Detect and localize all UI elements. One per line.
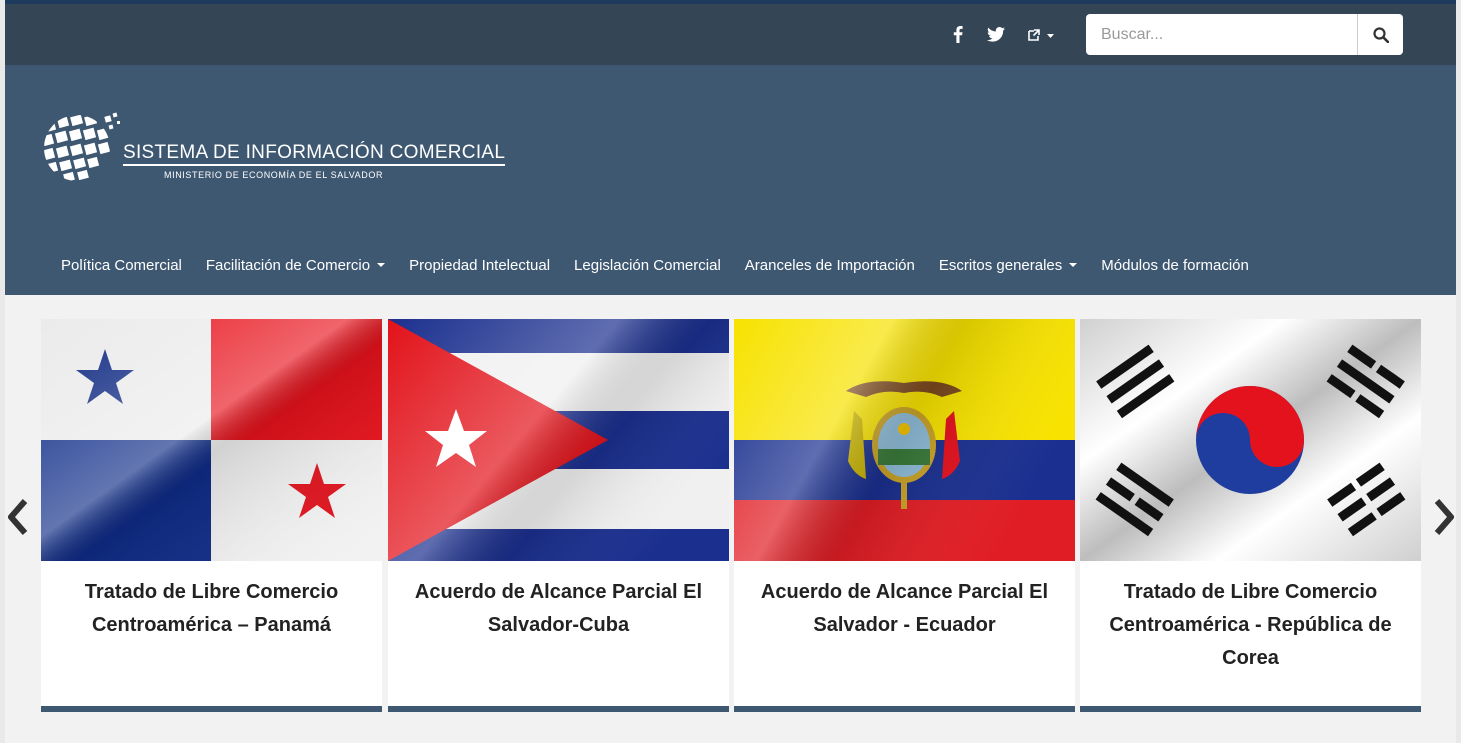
nav-item-label: Aranceles de Importación — [744, 256, 915, 274]
carousel-card[interactable]: Acuerdo de Alcance Parcial El Salvador-C… — [388, 319, 729, 712]
nav-item-label: Legislación Comercial — [574, 256, 721, 274]
site-header: SISTEMA DE INFORMACIÓN COMERCIAL MINISTE… — [5, 65, 1456, 295]
external-link-icon[interactable] — [1023, 4, 1059, 65]
nav-item-label: Propiedad Intelectual — [409, 256, 551, 274]
nav-item-label: Módulos de formación — [1101, 256, 1249, 274]
search-icon — [1372, 26, 1389, 43]
carousel-card[interactable]: Tratado de Libre Comercio Centroamérica … — [41, 319, 382, 712]
nav-item-label: Política Comercial — [61, 256, 182, 274]
caret-down-icon — [1069, 263, 1078, 267]
top-bar — [5, 4, 1456, 65]
ecuador-flag-image — [734, 319, 1075, 561]
carousel-next-button[interactable] — [1431, 497, 1457, 537]
caret-down-icon — [377, 263, 386, 267]
nav-item-label: Escritos generales — [938, 256, 1063, 274]
site-logo[interactable]: SISTEMA DE INFORMACIÓN COMERCIAL MINISTE… — [39, 110, 506, 185]
nav-item-modulos-de-formacion[interactable]: Módulos de formación — [1101, 257, 1249, 274]
search-input[interactable] — [1086, 14, 1357, 55]
nav-item-politica-comercial[interactable]: Política Comercial — [61, 257, 182, 274]
search-button[interactable] — [1357, 14, 1403, 55]
panama-flag-image — [41, 319, 382, 561]
cuba-flag-image — [388, 319, 729, 561]
nav-item-aranceles-de-importacion[interactable]: Aranceles de Importación — [745, 257, 915, 274]
nav-item-label: Facilitación de Comercio — [205, 256, 371, 274]
nav-item-propiedad-intelectual[interactable]: Propiedad Intelectual — [409, 257, 550, 274]
nav-item-facilitacion-de-comercio[interactable]: Facilitación de Comercio — [205, 256, 386, 274]
korea-flag-image — [1080, 319, 1421, 561]
window-right-border — [1456, 0, 1461, 743]
chevron-left-icon — [8, 499, 28, 535]
carousel-prev-button[interactable] — [5, 497, 31, 537]
twitter-icon[interactable] — [983, 4, 1009, 65]
carousel-card[interactable]: Tratado de Libre Comercio Centroamérica … — [1080, 319, 1421, 712]
nav-item-legislacion-comercial[interactable]: Legislación Comercial — [574, 257, 721, 274]
card-title: Tratado de Libre Comercio Centroamérica … — [1109, 581, 1392, 669]
facebook-icon[interactable] — [947, 4, 969, 65]
nav-item-escritos-generales[interactable]: Escritos generales — [938, 256, 1078, 274]
card-title: Acuerdo de Alcance Parcial El Salvador -… — [760, 581, 1049, 636]
main-nav: Política Comercial Facilitación de Comer… — [61, 253, 1273, 277]
chevron-right-icon — [1434, 499, 1454, 535]
carousel-card[interactable]: Acuerdo de Alcance Parcial El Salvador -… — [734, 319, 1075, 712]
card-title: Tratado de Libre Comercio Centroamérica … — [84, 581, 339, 636]
globe-logo-icon — [44, 112, 120, 181]
logo-title: SISTEMA DE INFORMACIÓN COMERCIAL — [123, 142, 506, 166]
logo-subtitle: MINISTERIO DE ECONOMÍA DE EL SALVADOR — [164, 170, 384, 180]
card-title: Acuerdo de Alcance Parcial El Salvador-C… — [414, 581, 703, 636]
search-box — [1086, 14, 1403, 55]
